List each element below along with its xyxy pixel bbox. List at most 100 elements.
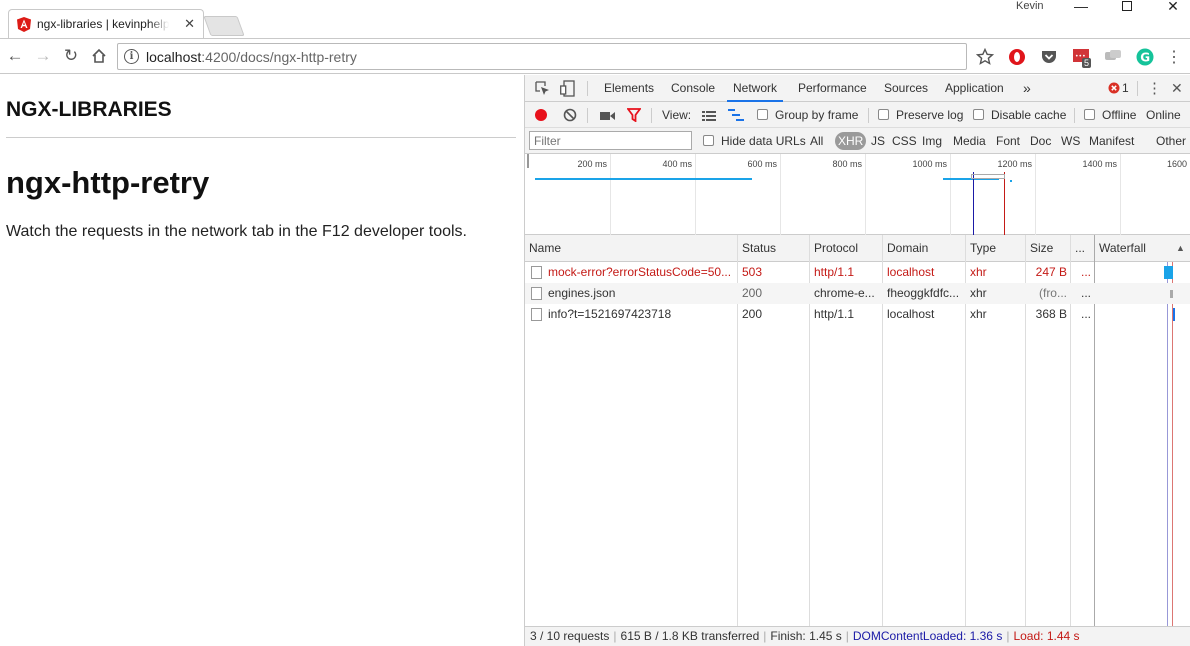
request-name[interactable]: info?t=1521697423718 [548,304,732,325]
star-icon[interactable] [975,47,995,67]
mail-extension-icon[interactable]: ••• 5 [1071,47,1092,68]
error-icon[interactable] [1108,82,1120,97]
type-filter-manifest[interactable]: Manifest [1089,133,1134,149]
throttling-select[interactable]: Online [1146,108,1181,122]
type-filter-all[interactable]: All [810,133,823,149]
tab-strip: ngx-libraries | kevinphelps ✕ Kevin — ✕ [0,0,1190,38]
profile-name[interactable]: Kevin [1016,0,1044,12]
minimize-icon[interactable]: — [1058,0,1104,14]
address-bar[interactable]: i localhost:4200/docs/ngx-http-retry [117,43,967,70]
overview-tick: 200 ms [577,159,607,169]
sort-ascending-icon[interactable]: ▲ [1176,243,1185,253]
large-rows-icon[interactable] [702,110,716,124]
network-overview[interactable]: 200 ms 400 ms 600 ms 800 ms 1000 ms 1200… [525,154,1190,235]
tab-network[interactable]: Network [727,75,784,102]
devtools-menu-icon[interactable]: ⋮ [1147,79,1162,97]
home-icon[interactable] [86,43,112,69]
column-protocol[interactable]: Protocol [810,235,858,262]
device-toolbar-icon[interactable] [560,80,575,100]
browser-tab[interactable]: ngx-libraries | kevinphelps ✕ [8,9,204,38]
request-name[interactable]: engines.json [548,283,732,304]
column-domain[interactable]: Domain [883,235,928,262]
column-size[interactable]: Size [1026,235,1053,262]
type-filter-xhr[interactable]: XHR [835,132,867,150]
disable-cache-checkbox[interactable] [973,109,984,120]
column-status[interactable]: Status [738,235,776,262]
browser-toolbar: ← → ↻ i localhost:4200/docs/ngx-http-ret… [0,38,1190,74]
chat-extension-icon[interactable] [1103,47,1123,67]
filter-input[interactable] [529,131,692,150]
waterfall-bar[interactable] [1173,308,1175,321]
close-window-icon[interactable]: ✕ [1150,0,1190,14]
column-type[interactable]: Type [966,235,996,262]
request-extra: ... [1081,286,1092,300]
table-row[interactable]: engines.json 200 chrome-e... fheoggkfdfc… [525,283,1190,304]
clear-icon[interactable] [563,108,577,125]
overview-tick: 600 ms [747,159,777,169]
maximize-icon[interactable] [1104,0,1150,14]
offline-checkbox[interactable] [1084,109,1095,120]
tab-sources[interactable]: Sources [884,75,928,102]
tab-performance[interactable]: Performance [798,75,867,102]
more-tabs-icon[interactable]: » [1023,75,1031,102]
info-icon[interactable]: i [124,49,139,64]
overview-tick: 1600 [1166,159,1187,169]
overview-handle-left[interactable] [527,154,529,168]
inspect-element-icon[interactable] [535,81,550,99]
type-filter-media[interactable]: Media [953,133,986,149]
tab-console[interactable]: Console [671,75,715,102]
close-tab-icon[interactable]: ✕ [184,16,195,32]
error-count[interactable]: 1 [1122,81,1129,95]
request-size: 247 B [1035,265,1067,279]
waterfall-bar[interactable] [1164,266,1173,279]
request-domain: fheoggkfdfc... [887,286,960,300]
request-type: xhr [970,286,987,300]
preserve-log-checkbox[interactable] [878,109,889,120]
summary-load: Load: 1.44 s [1013,629,1080,643]
menu-icon[interactable]: ⋮ [1164,47,1184,67]
reload-icon[interactable]: ↻ [58,43,84,69]
tab-application[interactable]: Application [945,75,1004,102]
document-icon [531,266,542,279]
request-type: xhr [970,307,987,321]
waterfall-bar[interactable] [1170,290,1173,298]
overview-tick: 1400 ms [1082,159,1117,169]
group-by-frame-checkbox[interactable] [757,109,768,120]
type-filter-font[interactable]: Font [996,133,1020,149]
column-more[interactable]: ... [1071,235,1085,262]
table-row[interactable]: info?t=1521697423718 200 http/1.1 localh… [525,304,1190,325]
pocket-icon[interactable] [1039,47,1059,67]
type-filter-css[interactable]: CSS [892,133,917,149]
request-status: 200 [742,307,763,321]
tab-title: ngx-libraries | kevinphelps [37,17,169,31]
overview-request-bar [1010,180,1012,182]
type-filter-img[interactable]: Img [922,133,942,149]
type-filter-doc[interactable]: Doc [1030,133,1051,149]
forward-icon[interactable]: → [30,43,56,69]
column-name[interactable]: Name [525,235,561,262]
filter-icon[interactable] [626,108,642,125]
angular-icon [17,16,31,32]
back-icon[interactable]: ← [2,43,28,69]
column-waterfall[interactable]: Waterfall [1095,235,1146,262]
type-filter-js[interactable]: JS [871,133,885,149]
capture-screenshots-icon[interactable] [600,110,615,124]
waterfall-view-icon[interactable] [728,109,744,124]
request-table-header: Name Status Protocol Domain Type Size ..… [525,235,1190,262]
record-icon[interactable] [535,109,547,121]
table-row[interactable]: mock-error?errorStatusCode=50... 503 htt… [525,262,1190,283]
hide-data-urls-label: Hide data URLs [721,134,806,148]
hide-data-urls-checkbox[interactable] [703,135,714,146]
overview-tick: 800 ms [832,159,862,169]
request-name[interactable]: mock-error?errorStatusCode=50... [548,262,732,283]
close-devtools-icon[interactable]: ✕ [1171,80,1183,97]
new-tab-button[interactable] [203,16,245,36]
grammarly-icon[interactable]: G [1135,47,1155,67]
network-toolbar: View: Group by frame Preserve log Disabl… [525,102,1190,128]
overview-selection[interactable] [971,174,1005,179]
opera-icon[interactable] [1007,47,1027,67]
site-brand[interactable]: NGX-LIBRARIES [6,98,172,122]
tab-elements[interactable]: Elements [604,75,654,102]
type-filter-ws[interactable]: WS [1061,133,1080,149]
type-filter-other[interactable]: Other [1156,133,1186,149]
